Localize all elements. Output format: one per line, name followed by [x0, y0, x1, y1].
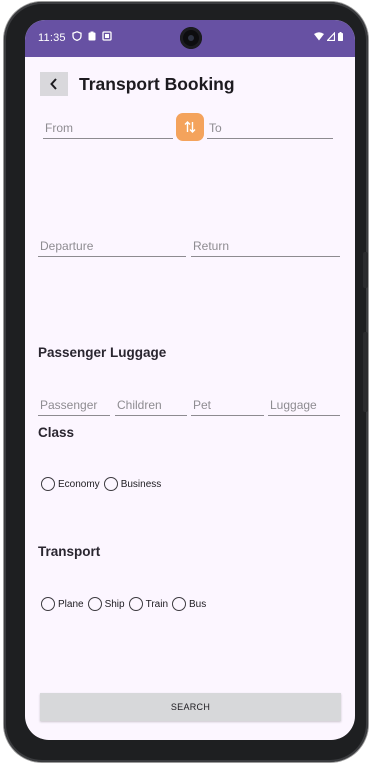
- radio-bus-label: Bus: [189, 598, 207, 610]
- children-field[interactable]: Children: [115, 394, 187, 416]
- app-header: Transport Booking: [40, 72, 340, 98]
- radio-bus-circle[interactable]: [172, 597, 187, 611]
- passenger-luggage-title: Passenger Luggage: [38, 345, 167, 360]
- app-screen: 11:35 Transport Booking From To Departur…: [25, 20, 355, 740]
- status-icons-right: [314, 32, 343, 41]
- from-placeholder: From: [45, 121, 73, 135]
- radio-train-circle[interactable]: [128, 597, 143, 611]
- transport-title: Transport: [38, 544, 101, 559]
- radio-economy-label: Economy: [58, 478, 100, 490]
- luggage-placeholder: Luggage: [270, 398, 317, 412]
- departure-placeholder: Departure: [40, 239, 94, 253]
- pet-field[interactable]: Pet: [191, 394, 264, 416]
- power-button: [363, 332, 368, 412]
- return-placeholder: Return: [193, 239, 230, 253]
- back-button[interactable]: [40, 72, 68, 96]
- from-field[interactable]: From: [43, 117, 173, 139]
- radio-economy-circle[interactable]: [41, 477, 55, 491]
- swap-vertical-icon: [184, 121, 196, 133]
- passenger-placeholder: Passenger: [40, 398, 98, 412]
- radio-business[interactable]: Business: [103, 477, 162, 491]
- to-field[interactable]: To: [207, 117, 333, 139]
- radio-plane-label: Plane: [58, 598, 84, 610]
- volume-button: [363, 252, 368, 288]
- radio-business-circle[interactable]: [103, 477, 118, 491]
- status-icons-left: [72, 31, 112, 41]
- battery-icon: [338, 32, 343, 41]
- radio-business-label: Business: [120, 478, 162, 490]
- radio-economy[interactable]: Economy: [41, 477, 100, 491]
- class-radio-group: Economy Business: [41, 477, 165, 491]
- radio-ship[interactable]: Ship: [87, 597, 125, 611]
- swap-button[interactable]: [176, 113, 204, 141]
- radio-plane[interactable]: Plane: [41, 597, 84, 611]
- luggage-field[interactable]: Luggage: [268, 394, 340, 416]
- phone-frame: 11:35 Transport Booking From To Departur…: [4, 2, 368, 762]
- children-placeholder: Children: [117, 398, 162, 412]
- transport-radio-group: Plane Ship Train Bus: [41, 597, 210, 611]
- departure-field[interactable]: Departure: [38, 235, 186, 257]
- passenger-field[interactable]: Passenger: [38, 394, 110, 416]
- shield-icon: [72, 31, 82, 41]
- status-time: 11:35: [38, 32, 66, 44]
- pet-placeholder: Pet: [193, 398, 212, 412]
- radio-train-label: Train: [145, 598, 169, 610]
- notification-a-icon: [102, 31, 112, 41]
- status-bar: 11:35: [25, 20, 355, 57]
- chevron-left-icon: [50, 78, 57, 90]
- radio-ship-circle[interactable]: [87, 597, 102, 611]
- page-title: Transport Booking: [79, 74, 235, 94]
- front-camera: [180, 27, 202, 49]
- radio-bus[interactable]: Bus: [172, 597, 206, 611]
- radio-plane-circle[interactable]: [41, 597, 55, 611]
- radio-train[interactable]: Train: [128, 597, 169, 611]
- class-title: Class: [38, 425, 75, 440]
- return-field[interactable]: Return: [191, 235, 340, 257]
- radio-ship-label: Ship: [104, 598, 125, 610]
- search-button[interactable]: SEARCH: [40, 693, 341, 721]
- wifi-icon: [314, 32, 324, 41]
- to-placeholder: To: [209, 121, 222, 135]
- signal-icon: [327, 32, 335, 41]
- clipboard-icon: [88, 31, 96, 41]
